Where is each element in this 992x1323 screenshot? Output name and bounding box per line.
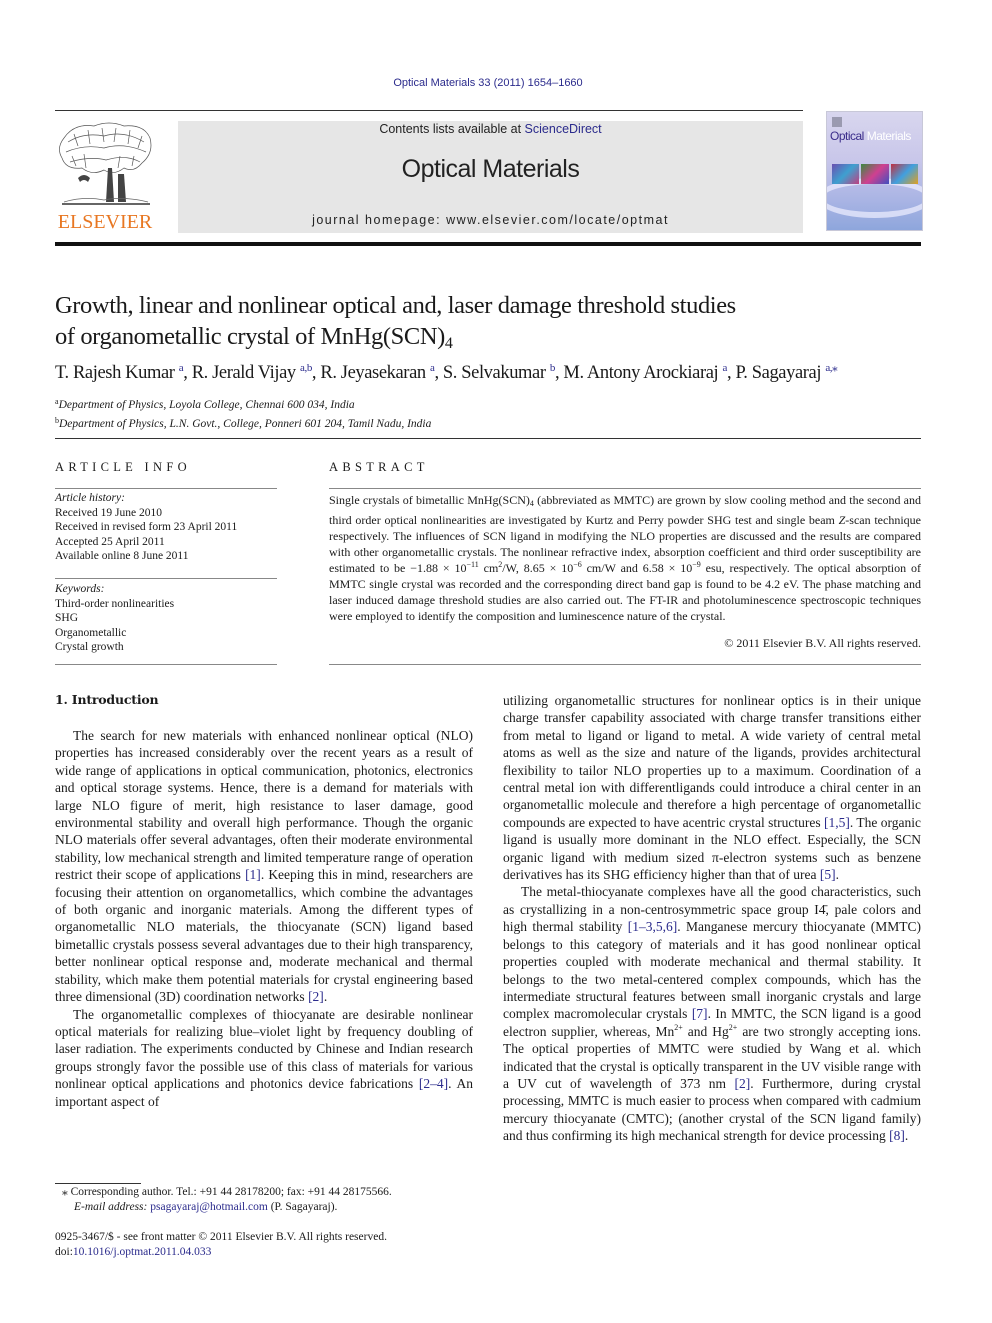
article-info-heading: ARTICLE INFO [55, 460, 191, 474]
body-paragraph: The search for new materials with enhanc… [55, 728, 473, 1005]
journal-reference-link[interactable]: Optical Materials 33 (2011) 1654–1660 [393, 77, 582, 89]
citation-link[interactable]: [7] [692, 1006, 708, 1021]
article-history-heading: Article history: [55, 492, 125, 504]
contents-availability: Contents lists available at ScienceDirec… [178, 122, 803, 136]
author-name[interactable]: S. Selvakumar [443, 363, 546, 383]
citation-link[interactable]: [2] [308, 989, 324, 1004]
journal-masthead: Contents lists available at ScienceDirec… [178, 121, 803, 233]
article-info-rule-top [55, 488, 277, 489]
history-revised: Received in revised form 23 April 2011 [55, 521, 238, 533]
body-paragraph: The organometallic complexes of thiocyan… [55, 1006, 474, 1109]
abstract-rule-top [329, 488, 921, 489]
history-online: Available online 8 June 2011 [55, 550, 189, 562]
author-affiliation-link[interactable]: a [179, 362, 184, 374]
author-affiliation-link[interactable]: a [723, 362, 728, 374]
corresponding-author-footnote: ⁎ Corresponding author. Tel.: +91 44 281… [62, 1186, 392, 1213]
page-footer: 0925-3467/$ - see front matter © 2011 El… [55, 1230, 475, 1260]
cover-publisher-badge [832, 117, 842, 127]
author-name[interactable]: P. Sagayaraj [735, 363, 821, 383]
journal-title: Optical Materials [401, 155, 580, 183]
body-paragraph: utilizing organometallic structures for … [503, 693, 921, 883]
cover-swirl-graphic [827, 178, 922, 218]
article-info-rule-bottom [55, 664, 277, 665]
article-title: Growth, linear and nonlinear optical and… [55, 292, 736, 352]
author-affiliation-link[interactable]: a [430, 362, 435, 374]
abstract-copyright: © 2011 Elsevier B.V. All rights reserved… [724, 636, 921, 650]
footnote-rule [55, 1183, 141, 1184]
body-column-right: utilizing organometallic structures for … [503, 692, 921, 1145]
citation-link[interactable]: [1–3,5,6] [628, 919, 678, 934]
affiliation-rule [55, 438, 921, 439]
citation-link[interactable]: [1,5] [824, 815, 850, 830]
citation-link[interactable]: [1] [245, 867, 261, 882]
affiliation-a: aDepartment of Physics, Loyola College, … [55, 397, 355, 411]
author-affiliation-link[interactable]: a,b [300, 362, 312, 374]
author-name[interactable]: T. Rajesh Kumar [55, 363, 175, 383]
history-accepted: Accepted 25 April 2011 [55, 535, 165, 548]
issn-line: 0925-3467/$ - see front matter © 2011 El… [55, 1231, 387, 1243]
journal-cover-thumbnail[interactable]: Optical Materials [826, 111, 923, 231]
elsevier-logo[interactable]: ELSEVIER [54, 118, 156, 234]
section-heading-introduction: 1. Introduction [55, 692, 159, 707]
author-affiliation-link[interactable]: b [550, 362, 556, 374]
journal-homepage-link[interactable]: journal homepage: www.elsevier.com/locat… [178, 213, 803, 227]
cover-title: Optical Materials [830, 129, 911, 143]
affiliation-b: bDepartment of Physics, L.N. Govt., Coll… [55, 416, 432, 430]
body-paragraph: The metal-thiocyanate complexes have all… [503, 884, 922, 1144]
author-name[interactable]: R. Jeyasekaran [320, 363, 426, 383]
abstract-rule-bottom [329, 664, 921, 665]
doi-label: doi: [55, 1246, 73, 1258]
cover-image-1 [832, 164, 860, 184]
elsevier-tree-icon [59, 122, 152, 205]
elsevier-wordmark: ELSEVIER [57, 211, 153, 233]
keyword-item: Third-order nonlinearities [55, 597, 175, 610]
article-history: Article history: Received 19 June 2010 R… [55, 491, 277, 564]
email-link[interactable]: psagayaraj@hotmail.com [150, 1201, 268, 1213]
contents-prefix: Contents lists available at [379, 122, 525, 136]
keyword-item: Organometallic [55, 626, 127, 639]
citation-link[interactable]: [2–4] [419, 1076, 448, 1091]
affiliations: aDepartment of Physics, Loyola College, … [55, 394, 431, 432]
citation-link[interactable]: [5] [820, 867, 836, 882]
citation-link[interactable]: [2] [734, 1076, 750, 1091]
doi-link[interactable]: 10.1016/j.optmat.2011.04.033 [73, 1246, 212, 1258]
cover-image-2 [861, 164, 889, 184]
keyword-item: SHG [55, 612, 79, 624]
author-name[interactable]: R. Jerald Vijay [192, 363, 296, 383]
masthead-thick-rule [55, 242, 921, 246]
sciencedirect-link[interactable]: ScienceDirect [525, 122, 602, 136]
cover-images [832, 164, 918, 184]
email-label: E-mail address: [74, 1201, 148, 1213]
author-name[interactable]: M. Antony Arockiaraj [563, 363, 718, 383]
history-received: Received 19 June 2010 [55, 506, 162, 519]
abstract-heading: ABSTRACT [329, 460, 429, 474]
keyword-item: Crystal growth [55, 641, 124, 653]
header-rule [55, 110, 803, 111]
author-affiliation-link[interactable]: a,⁎ [825, 362, 837, 374]
cover-image-3 [890, 164, 918, 184]
abstract-text: Single crystals of bimetallic MnHg(SCN)4… [329, 493, 922, 623]
article-info-rule-mid [55, 578, 277, 579]
keywords: Keywords: Third-order nonlinearities SHG… [55, 582, 277, 655]
journal-reference: Optical Materials 33 (2011) 1654–1660 [0, 77, 976, 89]
author-list: T. Rajesh Kumar a, R. Jerald Vijay a,b, … [55, 362, 838, 383]
keywords-heading: Keywords: [55, 583, 105, 595]
body-column-left: The search for new materials with enhanc… [55, 727, 473, 1110]
citation-link[interactable]: [8] [889, 1128, 905, 1143]
